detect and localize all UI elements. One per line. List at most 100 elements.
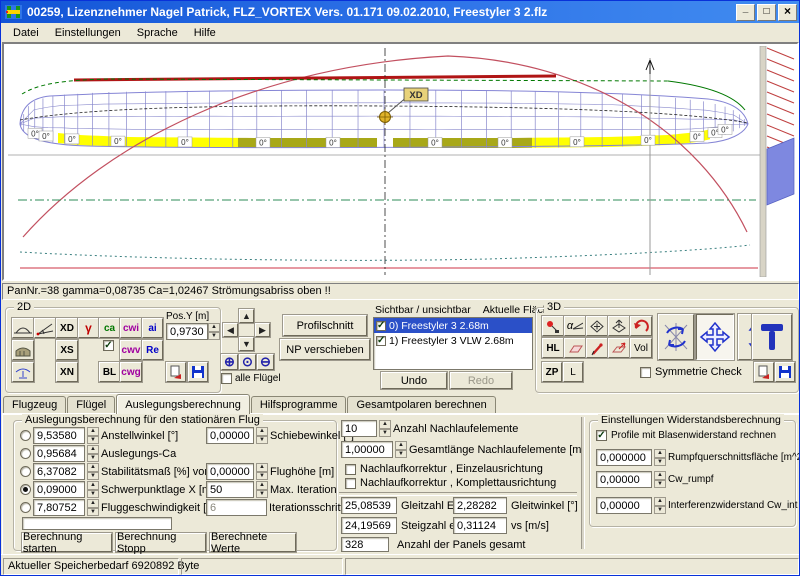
cw-int-spinner[interactable] [654,497,666,514]
menu-einstellungen[interactable]: Einstellungen [47,25,129,41]
nachlaufkorrektur-komplett-checkbox[interactable] [345,478,356,489]
pan-left-button[interactable] [223,323,238,337]
save-3d-button[interactable] [775,362,795,382]
alle-fluegel-checkbox[interactable] [221,373,232,384]
toggle-gamma-button[interactable]: γ [78,318,99,338]
nachlaufkorrektur-einzel-checkbox[interactable] [345,464,356,475]
rumpfquerschnitt-input[interactable] [596,449,652,466]
surface-0-visible-checkbox[interactable] [376,321,386,331]
close-button[interactable] [778,4,797,21]
surface-1-visible-checkbox[interactable] [376,336,386,346]
berechnete-werte-button[interactable]: Berechnete Werte [210,533,296,552]
pan-right-button[interactable] [255,323,270,337]
redo-button[interactable]: Redo [450,372,512,389]
fluggeschwindigkeit-input[interactable] [33,499,85,516]
panel-normal-button[interactable] [608,338,630,358]
menu-datei[interactable]: Datei [5,25,47,41]
lift-3d-button[interactable] [608,316,630,336]
toggle-xd-button[interactable]: XD [56,318,78,338]
toggle-xn-button[interactable]: XN [56,362,78,382]
tab-fluegel[interactable]: Flügel [67,396,115,414]
alpha-view-button[interactable]: α [564,316,586,336]
menu-sprache[interactable]: Sprache [129,25,186,41]
radio-fluggeschwindigkeit[interactable] [20,502,31,513]
pin-button[interactable] [542,316,564,336]
menu-hilfe[interactable]: Hilfe [186,25,224,41]
surface-list-item-0[interactable]: 0) Freestyler 3 2.68m [374,318,532,333]
berechnung-starten-button[interactable]: Berechnung starten [22,533,112,552]
panel-flat-button[interactable] [564,338,586,358]
toggle-cwg-button[interactable]: cwg [120,362,142,382]
blasenwiderstand-checkbox[interactable] [596,430,607,441]
wing-view-canvas[interactable]: 0°0°0°0°0°0°0°0°0°0°0°0°0°0° XD [2,42,799,281]
gesamtlaenge-input[interactable] [341,441,393,458]
pen-button[interactable] [586,338,608,358]
zoom-out-button[interactable] [257,354,274,370]
cw-rumpf-input[interactable] [596,471,652,488]
schiebewinkel-spinner[interactable] [256,427,268,444]
schiebewinkel-input[interactable] [206,427,254,444]
radio-auslegungs-ca[interactable] [20,448,31,459]
stabilitaetsmass-input[interactable] [33,463,85,480]
toggle-cwi-button[interactable]: cwi [120,318,142,338]
radio-anstellwinkel[interactable] [20,430,31,441]
schwerpunktlage-input[interactable] [33,481,85,498]
toggle-re-button[interactable]: Re [142,340,163,360]
auslegungs-ca-spinner[interactable] [87,445,99,462]
toggle-ca-button[interactable]: ca [99,318,120,338]
copy-2d-button[interactable] [166,362,186,382]
save-2d-button[interactable] [188,362,208,382]
tools-button[interactable] [752,314,792,360]
anzahl-nachlauf-spinner[interactable] [379,420,391,437]
toggle-bl-button[interactable]: BL [99,362,120,382]
move-3d-button[interactable] [696,314,734,360]
profilschnitt-button[interactable]: Profilschnitt [283,315,367,336]
auslegungs-ca-input[interactable] [33,445,85,462]
stabilitaetsmass-spinner[interactable] [87,463,99,480]
berechnung-stopp-button[interactable]: Berechnung Stopp [116,533,206,552]
fluggeschwindigkeit-spinner[interactable] [87,499,99,516]
tab-auslegungsberechnung[interactable]: Auslegungsberechnung [116,394,250,414]
hl-button[interactable]: HL [542,338,564,358]
posy-input[interactable] [166,323,208,340]
zoom-reset-button[interactable] [239,354,256,370]
radio-stabilitaetsmass[interactable] [20,466,31,477]
l-button[interactable]: L [563,362,583,382]
toggle-cwv-button[interactable]: cwv [120,340,142,360]
zp-button[interactable]: ZP [542,362,562,382]
pan-down-button[interactable] [239,337,254,351]
posy-spinner[interactable] [208,323,220,340]
tab-gesamtpolaren[interactable]: Gesamtpolaren berechnen [347,396,495,414]
anzahl-nachlauf-input[interactable] [341,420,377,437]
max-iteration-input[interactable] [206,481,254,498]
rotate-3d-button[interactable] [658,314,694,360]
pan-up-button[interactable] [239,309,254,323]
copy-3d-button[interactable] [754,362,774,382]
view-hangar-button[interactable] [12,340,34,360]
toggle-ai-button[interactable]: ai [142,318,163,338]
cw-rumpf-spinner[interactable] [654,471,666,488]
radio-schwerpunktlage[interactable] [20,484,31,495]
tab-flugzeug[interactable]: Flugzeug [3,396,66,414]
view-front-button[interactable] [12,362,34,382]
minimize-button[interactable] [736,4,755,21]
ca-checkbox[interactable] [103,340,114,351]
anstellwinkel-input[interactable] [33,427,85,444]
cw-int-input[interactable] [596,497,652,514]
schwerpunktlage-spinner[interactable] [87,481,99,498]
flughoehe-input[interactable] [206,463,254,480]
canvas-splitter[interactable] [760,46,766,277]
view-angle-button[interactable] [34,318,56,338]
surface-list-item-1[interactable]: 1) Freestyler 3 VLW 2.68m [374,333,532,348]
vol-button[interactable]: Vol [630,338,652,358]
surface-list[interactable]: 0) Freestyler 3 2.68m 1) Freestyler 3 VL… [373,317,533,370]
max-iteration-spinner[interactable] [256,481,268,498]
pan-3d-button[interactable] [586,316,608,336]
rumpfquerschnitt-spinner[interactable] [654,449,666,466]
gesamtlaenge-spinner[interactable] [395,441,407,458]
tab-hilfsprogramme[interactable]: Hilfsprogramme [251,396,347,414]
np-verschieben-button[interactable]: NP verschieben [280,339,370,360]
view-canopy-button[interactable] [12,318,34,338]
undo-button[interactable]: Undo [381,372,447,389]
reset-view-button[interactable] [630,316,652,336]
